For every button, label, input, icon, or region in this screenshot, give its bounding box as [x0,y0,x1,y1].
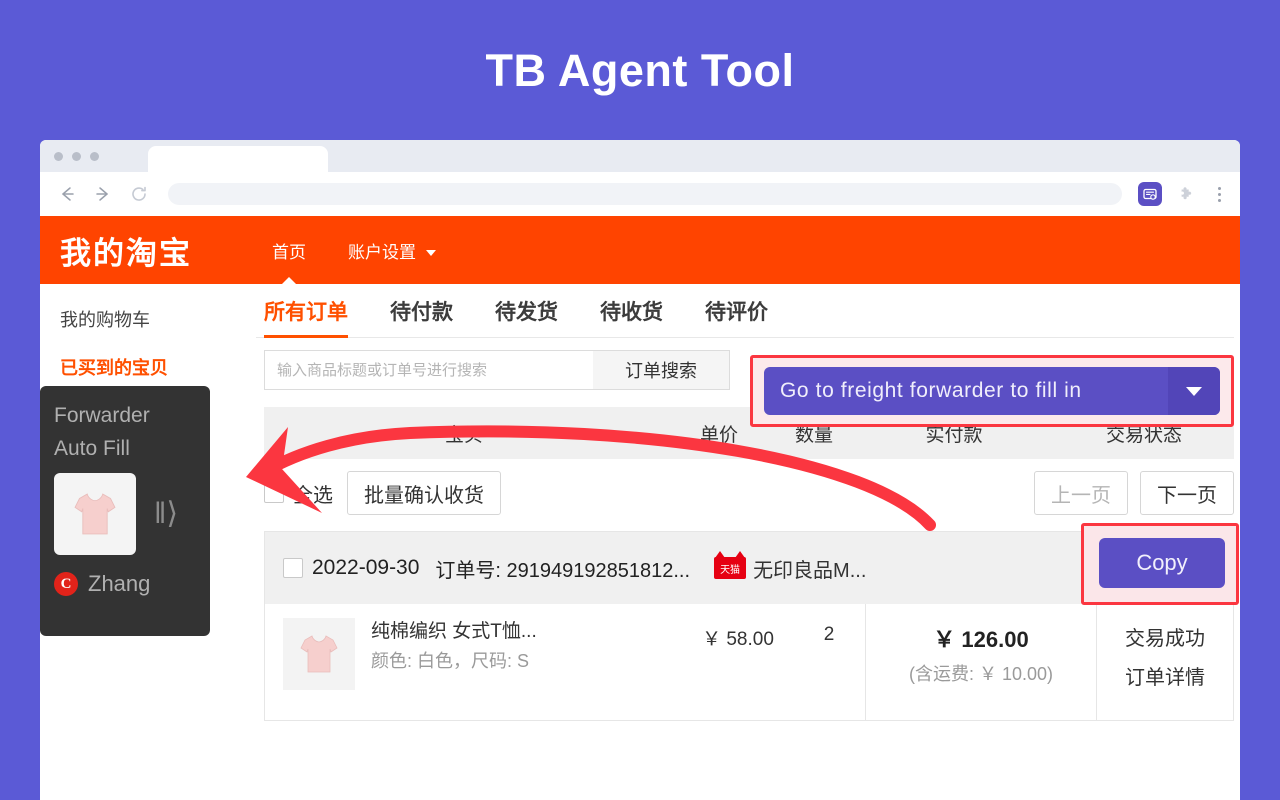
panel-user-row: C Zhang [54,571,210,597]
avatar: C [54,572,78,597]
order-search-button[interactable]: 订单搜索 [593,351,729,389]
tab-pending-shipment[interactable]: 待发货 [495,296,558,337]
sidebar-item-cart[interactable]: 我的购物车 [60,306,256,332]
order-card: 2022-09-30 订单号: 291949192851812... 天猫 无印… [264,523,1239,721]
extension-icon[interactable] [1138,182,1162,206]
order-tabs: 所有订单 待付款 待发货 待收货 待评价 [256,284,1234,338]
browser-toolbar [40,172,1240,216]
bulk-action-row: 全选 批量确认收货 上一页 下一页 [264,469,1234,517]
order-paid-total: ￥ 126.00 [933,627,1029,652]
order-item-row: 纯棉编织 女式T恤... 颜色: 白色，尺码: S ￥ 58.00 2 ￥ 12… [265,604,1233,720]
nav-item-home[interactable]: 首页 [272,238,306,263]
order-item-thumbnail[interactable] [283,618,355,690]
panel-expand-icon[interactable]: ‖⟩ [154,499,178,529]
order-item-text: 纯棉编织 女式T恤... 颜色: 白色，尺码: S [371,618,537,720]
browser-menu-icon[interactable] [1210,186,1228,202]
sidebar-item-purchased-label: 已买到的宝贝 [60,358,168,378]
forwarder-dropdown-toggle[interactable] [1168,367,1220,415]
order-item-paid-cell: ￥ 126.00 (含运费: ￥ 10.00) [865,604,1097,720]
site-nav: 首页 账户设置 [272,238,436,263]
window-minimize-dot[interactable] [72,151,81,161]
tab-pending-review[interactable]: 待评价 [705,296,768,337]
search-input[interactable] [265,351,593,389]
chevron-down-icon [1186,386,1202,396]
column-header-goods: 宝贝 [444,424,483,446]
order-item-unit-price: ￥ 58.00 [702,629,774,650]
tab-pending-receipt[interactable]: 待收货 [600,296,663,337]
sidebar-item-cart-label: 我的购物车 [60,310,150,330]
tab-pending-payment[interactable]: 待付款 [390,296,453,337]
order-status: 交易成功 [1125,628,1205,650]
order-header-row: 2022-09-30 订单号: 291949192851812... 天猫 无印… [265,523,1239,605]
tshirt-icon [300,635,338,673]
order-number: 订单号: 291949192851812... [435,559,691,582]
page-title: TB Agent Tool [485,45,795,96]
copy-button[interactable]: Copy [1099,538,1225,588]
order-item-goods-cell: 纯棉编织 女式T恤... 颜色: 白色，尺码: S [265,604,683,720]
nav-item-account-settings-label: 账户设置 [348,242,416,262]
kebab-dot-1 [1217,186,1221,190]
site-logo[interactable]: 我的淘宝 [40,228,192,273]
batch-confirm-receipt-button[interactable]: 批量确认收货 [347,471,501,515]
panel-preview-row: ‖⟩ [54,473,210,556]
panel-title-line-2: Auto Fill [54,436,130,460]
tab-pending-payment-label: 待付款 [390,301,453,324]
order-date: 2022-09-30 [312,556,420,579]
browser-window: 我的淘宝 首页 账户设置 我的购物车 已买到的宝贝 所有订单 待付款 待发货 待… [40,140,1240,800]
reload-icon[interactable] [124,179,154,209]
tab-all-orders-label: 所有订单 [264,301,348,324]
tab-all-orders[interactable]: 所有订单 [264,296,348,338]
pagination: 上一页 下一页 [1034,471,1234,515]
panel-user-name: Zhang [88,571,151,597]
puzzle-extension-icon[interactable] [1176,183,1198,205]
forwarder-auto-fill-panel[interactable]: Forwarder Auto Fill ‖⟩ C Zhang [40,386,210,636]
kebab-dot-3 [1217,198,1221,202]
order-item-status-cell: 交易成功 订单详情 [1097,604,1233,720]
search-box: 订单搜索 [264,350,730,390]
shop-name[interactable]: 无印良品M... [753,554,866,583]
tmall-badge-text: 天猫 [720,564,741,576]
panel-product-thumbnail[interactable] [54,473,136,556]
tmall-badge-icon: 天猫 [714,551,747,579]
site-header: 我的淘宝 首页 账户设置 [40,216,1240,284]
sidebar-item-purchased[interactable]: 已买到的宝贝 [60,354,256,380]
next-page-button[interactable]: 下一页 [1140,471,1234,515]
window-maximize-dot[interactable] [90,151,99,161]
nav-item-home-label: 首页 [272,242,306,262]
window-close-dot[interactable] [54,151,63,161]
tab-pending-review-label: 待评价 [705,301,768,324]
order-item-sku: 颜色: 白色，尺码: S [371,650,530,671]
forwarder-dropdown-button[interactable]: Go to freight forwarder to fill in [764,367,1220,415]
order-detail-link[interactable]: 订单详情 [1097,661,1233,690]
back-icon[interactable] [52,179,82,209]
prev-page-button[interactable]: 上一页 [1034,471,1128,515]
tshirt-icon [74,493,116,535]
panel-title-line-1: Forwarder [54,404,150,427]
select-all-label: 全选 [293,484,333,507]
url-bar[interactable] [168,183,1122,205]
browser-tabstrip [40,140,1240,172]
order-select-checkbox[interactable] [283,558,303,578]
chevron-down-icon [425,249,436,256]
order-paid-shipping: (含运费: ￥ 10.00) [908,664,1054,684]
order-item-title[interactable]: 纯棉编织 女式T恤... [371,618,537,647]
forwarder-dropdown-label: Go to freight forwarder to fill in [780,379,1082,402]
window-controls[interactable] [40,151,99,161]
browser-tab[interactable] [148,146,328,172]
kebab-dot-2 [1217,192,1221,196]
select-all-checkbox[interactable] [264,483,284,503]
tab-pending-shipment-label: 待发货 [495,301,558,324]
tab-pending-receipt-label: 待收货 [600,301,663,324]
forward-icon[interactable] [88,179,118,209]
order-item-quantity: 2 [823,624,835,645]
nav-item-account-settings[interactable]: 账户设置 [348,238,436,263]
